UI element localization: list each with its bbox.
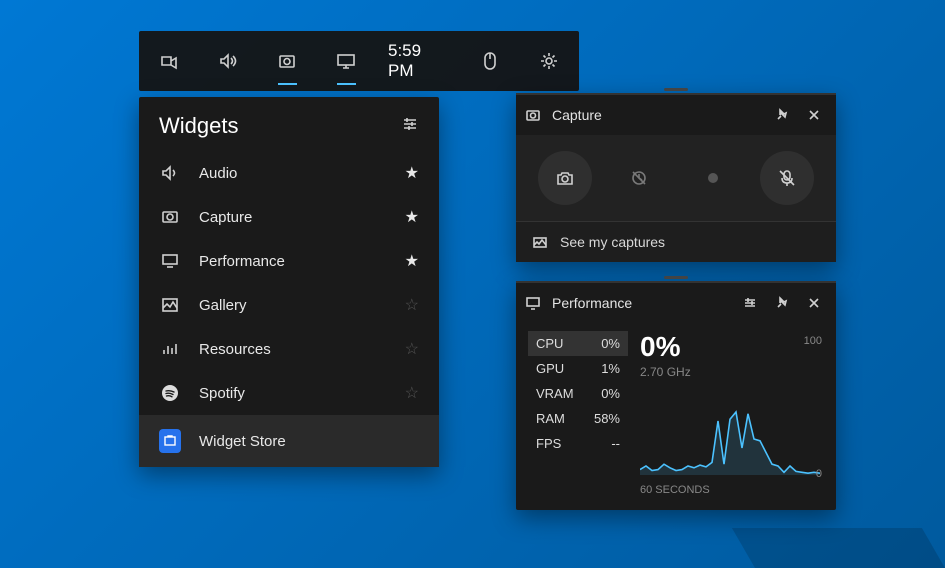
perf-sparkline	[640, 385, 820, 475]
perf-stat-ram[interactable]: RAM58%	[528, 406, 628, 431]
favorite-star-icon[interactable]: ☆	[405, 339, 419, 359]
perf-y-bottom: 0	[816, 468, 822, 480]
perf-y-top: 100	[804, 335, 822, 347]
favorite-star-icon[interactable]: ★	[405, 207, 419, 227]
performance-icon	[526, 296, 540, 310]
favorite-star-icon[interactable]: ★	[405, 163, 419, 183]
pin-button[interactable]	[770, 291, 794, 315]
performance-icon	[161, 252, 179, 270]
performance-panel-header[interactable]: Performance	[516, 281, 836, 323]
performance-stats-list: CPU0% GPU1% VRAM0% RAM58% FPS--	[528, 331, 628, 496]
perf-x-label: 60 SECONDS	[640, 484, 824, 496]
close-icon	[807, 108, 821, 122]
widget-item-gallery[interactable]: Gallery ☆	[139, 283, 439, 327]
perf-stat-gpu[interactable]: GPU1%	[528, 356, 628, 381]
capture-title: Capture	[548, 107, 762, 123]
gallery-icon	[161, 296, 179, 314]
widget-label: Audio	[199, 165, 405, 182]
screenshot-button[interactable]	[538, 151, 592, 205]
favorite-star-icon[interactable]: ☆	[405, 383, 419, 403]
perf-stat-fps[interactable]: FPS--	[528, 431, 628, 456]
capture-icon	[277, 51, 297, 71]
close-button[interactable]	[802, 291, 826, 315]
toolbar-settings-button[interactable]	[520, 31, 579, 91]
widget-item-capture[interactable]: Capture ★	[139, 195, 439, 239]
pin-button[interactable]	[770, 103, 794, 127]
record-icon	[703, 168, 723, 188]
folder-icon	[532, 234, 548, 250]
spotify-icon	[161, 384, 179, 402]
performance-title: Performance	[548, 295, 730, 311]
record-last-icon	[629, 168, 649, 188]
gamebar-toolbar: 5:59 PM	[139, 31, 579, 91]
capture-icon	[526, 108, 540, 122]
record-last-button[interactable]	[612, 151, 666, 205]
toolbar-clock: 5:59 PM	[388, 41, 449, 81]
audio-icon	[161, 164, 179, 182]
capture-panel-header[interactable]: Capture	[516, 93, 836, 135]
audio-icon	[218, 51, 238, 71]
close-button[interactable]	[802, 103, 826, 127]
broadcast-icon	[159, 51, 179, 71]
store-icon	[159, 429, 181, 453]
resources-icon	[161, 340, 179, 358]
favorite-star-icon[interactable]: ☆	[405, 295, 419, 315]
perf-stat-cpu[interactable]: CPU0%	[528, 331, 628, 356]
favorite-star-icon[interactable]: ★	[405, 251, 419, 271]
widget-label: Resources	[199, 341, 405, 358]
performance-graph: 0% 2.70 GHz 100 0 60 SECONDS	[640, 331, 824, 496]
toolbar-capture-button[interactable]	[258, 31, 317, 91]
perf-big-value: 0%	[640, 331, 824, 363]
camera-icon	[555, 168, 575, 188]
see-captures-button[interactable]: See my captures	[516, 221, 836, 262]
perf-stat-vram[interactable]: VRAM0%	[528, 381, 628, 406]
pin-icon	[775, 296, 789, 310]
mouse-icon	[481, 51, 499, 71]
widget-item-resources[interactable]: Resources ☆	[139, 327, 439, 371]
widget-store-button[interactable]: Widget Store	[139, 415, 439, 467]
widgets-settings-button[interactable]	[401, 115, 419, 138]
perf-clock: 2.70 GHz	[640, 365, 824, 379]
gear-icon	[539, 51, 559, 71]
toolbar-broadcast-button[interactable]	[139, 31, 198, 91]
capture-icon	[161, 208, 179, 226]
capture-panel: Capture See my captures	[516, 93, 836, 262]
sliders-icon	[743, 296, 757, 310]
widget-label: Spotify	[199, 385, 405, 402]
toolbar-audio-button[interactable]	[198, 31, 257, 91]
mic-off-icon	[777, 168, 797, 188]
mic-toggle-button[interactable]	[760, 151, 814, 205]
widgets-panel: Widgets Audio ★ Capture ★ Performance ★ …	[139, 97, 439, 467]
widget-label: Performance	[199, 253, 405, 270]
close-icon	[807, 296, 821, 310]
perf-settings-button[interactable]	[738, 291, 762, 315]
sliders-icon	[401, 115, 419, 133]
see-captures-label: See my captures	[560, 234, 665, 250]
widget-label: Gallery	[199, 297, 405, 314]
widget-item-spotify[interactable]: Spotify ☆	[139, 371, 439, 415]
performance-icon	[336, 51, 356, 71]
widgets-title: Widgets	[159, 113, 238, 139]
widget-label: Capture	[199, 209, 405, 226]
toolbar-mouse-button[interactable]	[461, 31, 520, 91]
widget-item-audio[interactable]: Audio ★	[139, 151, 439, 195]
widget-store-label: Widget Store	[199, 433, 419, 450]
pin-icon	[775, 108, 789, 122]
toolbar-performance-button[interactable]	[317, 31, 376, 91]
widget-item-performance[interactable]: Performance ★	[139, 239, 439, 283]
record-button[interactable]	[686, 151, 740, 205]
performance-panel: Performance CPU0% GPU1% VRAM0% RAM58% FP…	[516, 281, 836, 510]
